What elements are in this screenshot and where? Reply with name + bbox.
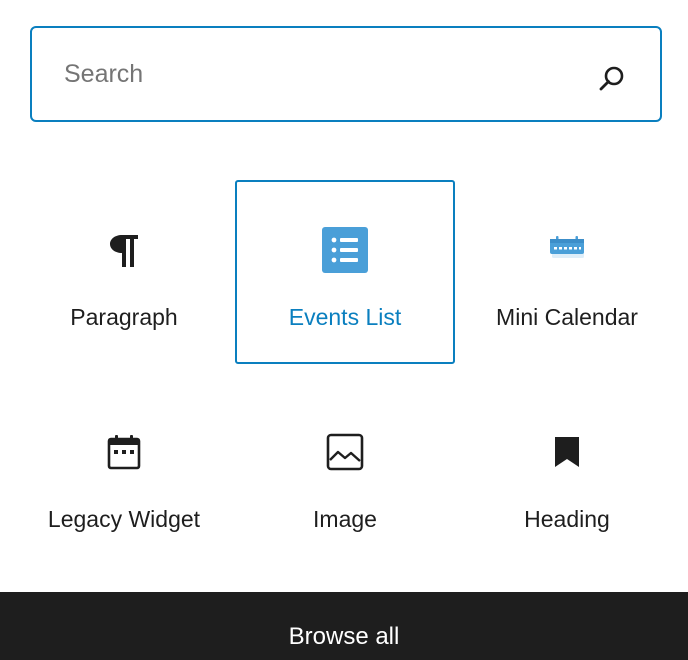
search-input[interactable] bbox=[64, 28, 584, 120]
block-paragraph[interactable]: Paragraph bbox=[14, 180, 234, 364]
browse-all-label: Browse all bbox=[288, 623, 400, 650]
block-events-list[interactable]: Events List bbox=[235, 180, 455, 364]
mini-calendar-icon bbox=[550, 236, 584, 258]
bookmark-icon bbox=[555, 437, 579, 467]
block-label: Paragraph bbox=[70, 304, 178, 330]
block-heading[interactable]: Heading bbox=[457, 382, 677, 566]
search-box[interactable] bbox=[30, 26, 662, 122]
browse-all-button[interactable]: Browse all bbox=[0, 592, 688, 660]
block-mini-calendar[interactable]: Mini Calendar bbox=[457, 180, 677, 364]
block-image[interactable]: Image bbox=[235, 382, 455, 566]
paragraph-icon bbox=[110, 235, 138, 267]
block-legacy-widget[interactable]: Legacy Widget bbox=[14, 382, 234, 566]
block-label: Heading bbox=[524, 506, 610, 532]
block-label: Events List bbox=[288, 304, 402, 330]
block-label: Legacy Widget bbox=[47, 506, 201, 532]
block-label: Mini Calendar bbox=[496, 304, 638, 330]
image-icon bbox=[326, 433, 364, 471]
block-label: Image bbox=[313, 506, 377, 532]
calendar-widget-icon bbox=[107, 435, 141, 470]
search-icon[interactable] bbox=[598, 64, 626, 92]
events-list-icon bbox=[322, 227, 368, 273]
